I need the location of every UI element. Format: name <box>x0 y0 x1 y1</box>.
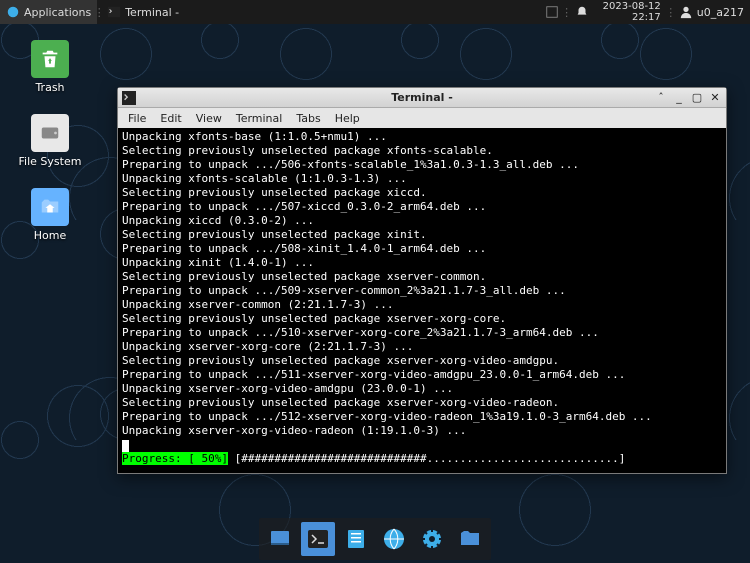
taskbar-terminal[interactable]: Terminal - <box>101 0 185 24</box>
titlebar[interactable]: Terminal - ˆ _ ▢ ✕ <box>118 88 726 108</box>
menubar: File Edit View Terminal Tabs Help <box>118 108 726 128</box>
file-manager-icon <box>344 527 368 551</box>
menu-file[interactable]: File <box>122 110 152 127</box>
dock-terminal[interactable] <box>301 522 335 556</box>
dock <box>259 518 491 560</box>
gear-icon <box>420 527 444 551</box>
desktop-icons: Trash File System Home <box>15 40 85 262</box>
desktop-home-label: Home <box>34 229 66 242</box>
dock-settings[interactable] <box>415 522 449 556</box>
terminal-output[interactable]: Unpacking xfonts-base (1:1.0.5+nmu1) ...… <box>118 128 726 473</box>
maximize-button[interactable]: ▢ <box>690 91 704 105</box>
terminal-cursor-line <box>122 438 722 452</box>
user-label: u0_a217 <box>697 6 744 19</box>
clock-time: 22:17 <box>603 12 661 23</box>
desktop-home[interactable]: Home <box>15 188 85 242</box>
notifications[interactable] <box>569 0 595 24</box>
box-icon <box>545 5 559 19</box>
desktop-trash[interactable]: Trash <box>15 40 85 94</box>
folder-icon <box>458 527 482 551</box>
progress-label: Progress: [ 50%] <box>122 452 228 465</box>
applications-label: Applications <box>24 6 91 19</box>
menu-terminal[interactable]: Terminal <box>230 110 289 127</box>
window-terminal-icon <box>122 91 136 105</box>
minimize-button[interactable]: _ <box>672 91 686 105</box>
drive-icon <box>31 114 69 152</box>
folder-home-icon <box>31 188 69 226</box>
user-menu[interactable]: u0_a217 <box>673 0 750 24</box>
clock[interactable]: 2023-08-12 22:17 <box>595 1 669 23</box>
clock-date: 2023-08-12 <box>603 1 661 12</box>
taskbar-terminal-label: Terminal - <box>125 6 179 19</box>
xfce-logo-icon <box>6 5 20 19</box>
dock-files[interactable] <box>339 522 373 556</box>
desktop-filesystem-label: File System <box>19 155 82 168</box>
dock-web-browser[interactable] <box>377 522 411 556</box>
trash-icon <box>31 40 69 78</box>
desktop-trash-label: Trash <box>35 81 64 94</box>
terminal-window[interactable]: Terminal - ˆ _ ▢ ✕ File Edit View Termin… <box>117 87 727 474</box>
show-desktop-icon <box>268 527 292 551</box>
dock-show-desktop[interactable] <box>263 522 297 556</box>
applications-menu[interactable]: Applications <box>0 0 97 24</box>
window-title: Terminal - <box>118 91 726 104</box>
cursor-icon <box>122 440 129 452</box>
menu-edit[interactable]: Edit <box>154 110 187 127</box>
dock-file-manager[interactable] <box>453 522 487 556</box>
desktop-filesystem[interactable]: File System <box>15 114 85 168</box>
progress-line: Progress: [ 50%] [######################… <box>122 452 722 466</box>
bell-icon <box>575 5 589 19</box>
menu-tabs[interactable]: Tabs <box>290 110 326 127</box>
globe-icon <box>382 527 406 551</box>
terminal-icon <box>107 5 121 19</box>
progress-bar: [############################...........… <box>228 452 632 465</box>
user-icon <box>679 5 693 19</box>
top-panel: Applications Terminal - 2023-08-12 22:17… <box>0 0 750 24</box>
menu-view[interactable]: View <box>190 110 228 127</box>
rollup-button[interactable]: ˆ <box>654 91 668 105</box>
terminal-icon <box>306 527 330 551</box>
menu-help[interactable]: Help <box>329 110 366 127</box>
close-button[interactable]: ✕ <box>708 91 722 105</box>
